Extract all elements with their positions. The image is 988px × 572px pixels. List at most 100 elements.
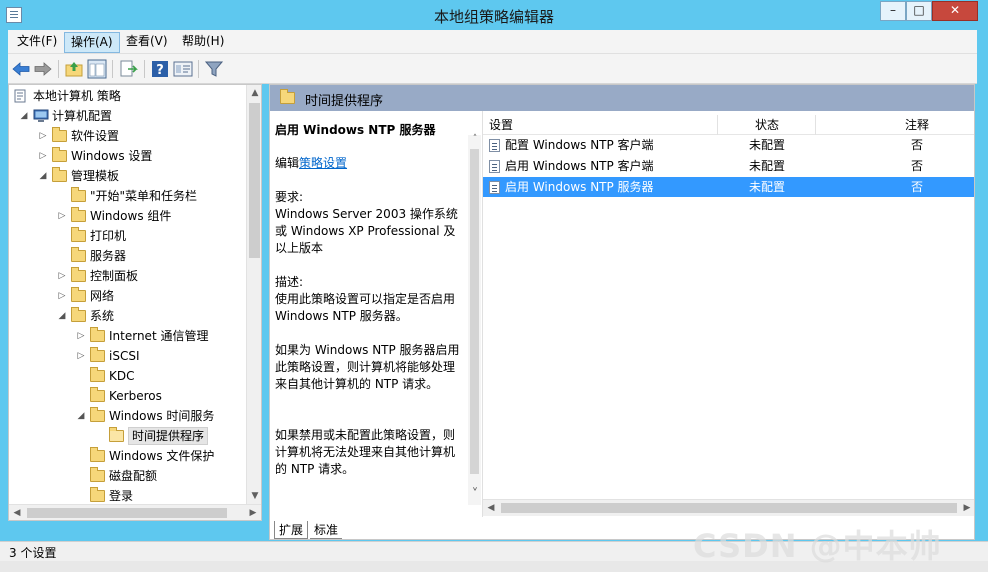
export-list-icon[interactable]	[118, 59, 138, 79]
tree-item-label: 计算机配置	[52, 109, 113, 123]
description-text: 或 Windows XP Professional 及	[275, 224, 456, 238]
tree-item-label: 登录	[109, 489, 134, 503]
setting-name: 启用 Windows NTP 服务器	[505, 180, 654, 194]
folder-icon	[71, 267, 86, 282]
folder-icon	[71, 247, 86, 262]
setting-row[interactable]: 启用 Windows NTP 服务器 未配置 否	[483, 177, 974, 197]
tree-horizontal-scrollbar[interactable]: ◀ ▶	[9, 504, 261, 520]
show-tree-icon[interactable]	[87, 59, 107, 79]
folder-icon	[52, 147, 67, 162]
column-state[interactable]: 状态	[755, 115, 779, 135]
collapse-arrow-icon[interactable]: ◢	[57, 307, 67, 325]
tree-item-label: Kerberos	[109, 389, 162, 403]
scroll-thumb[interactable]	[501, 503, 957, 513]
help-icon[interactable]: ?	[150, 59, 170, 79]
folder-icon	[90, 487, 105, 502]
tab-extended[interactable]: 扩展	[274, 521, 309, 539]
description-text: 来自其他计算机的 NTP 请求。	[275, 377, 439, 391]
scroll-thumb[interactable]	[27, 508, 227, 518]
policy-setting-icon	[489, 139, 500, 152]
setting-state: 未配置	[749, 159, 786, 173]
tree-item-label: iSCSI	[109, 349, 140, 363]
folder-icon	[71, 287, 86, 302]
tree-pane: 本地计算机 策略 ◢ 计算机配置 ▷ 软件设置 ▷ Windows 设置 ◢ 管理模板 "开始"…	[8, 84, 262, 521]
menu-view[interactable]: 查看(V)	[120, 32, 174, 53]
folder-icon	[90, 347, 105, 362]
description-text: Windows NTP 服务器。	[275, 309, 408, 323]
expand-arrow-icon[interactable]: ▷	[76, 327, 86, 345]
expand-arrow-icon[interactable]: ▷	[57, 267, 67, 285]
scroll-down-icon[interactable]: ˅	[467, 487, 483, 503]
scroll-right-icon[interactable]: ▶	[959, 500, 974, 516]
scroll-up-icon[interactable]: ▲	[247, 85, 261, 101]
expand-arrow-icon[interactable]: ▷	[38, 127, 48, 145]
filter-icon[interactable]	[204, 59, 224, 79]
tab-standard[interactable]: 标准	[310, 521, 343, 539]
tree-vertical-scrollbar[interactable]: ▲ ▼	[246, 85, 261, 504]
setting-state: 未配置	[749, 138, 786, 152]
setting-name: 配置 Windows NTP 客户端	[505, 138, 654, 152]
scroll-thumb[interactable]	[249, 103, 260, 258]
column-comment[interactable]: 注释	[905, 115, 929, 135]
close-button[interactable]: ✕	[932, 1, 978, 21]
policy-document-icon	[14, 89, 26, 103]
scroll-down-icon[interactable]: ▼	[247, 488, 261, 504]
tree-item-label: 软件设置	[71, 129, 120, 143]
tree-item-label: 磁盘配额	[109, 469, 158, 483]
menu-help[interactable]: 帮助(H)	[176, 32, 230, 53]
up-folder-icon[interactable]	[64, 59, 84, 79]
tree-item-label: 系统	[90, 309, 115, 323]
edit-policy-line: 编辑策略设置	[275, 156, 348, 170]
column-setting[interactable]: 设置	[489, 115, 513, 135]
description-text: 如果禁用或未配置此策略设置，则	[275, 428, 456, 442]
svg-text:?: ?	[156, 63, 164, 78]
details-header: 时间提供程序	[270, 85, 974, 111]
back-arrow-icon[interactable]	[11, 59, 31, 79]
properties-icon[interactable]	[173, 59, 193, 79]
description-text: 计算机将无法处理来自其他计算机	[275, 445, 456, 459]
setting-row[interactable]: 配置 Windows NTP 客户端 未配置 否	[483, 135, 974, 155]
list-horizontal-scrollbar[interactable]: ◀ ▶	[483, 499, 974, 516]
folder-icon	[71, 187, 86, 202]
title-bar: 本地组策略编辑器 – □ ✕	[0, 0, 988, 30]
collapse-arrow-icon[interactable]: ◢	[19, 107, 29, 125]
folder-open-icon	[109, 427, 124, 442]
expand-arrow-icon[interactable]: ▷	[76, 347, 86, 365]
details-pane: 时间提供程序 启用 Windows NTP 服务器 编辑策略设置 要求: Wind…	[269, 84, 975, 540]
edit-policy-link[interactable]: 策略设置	[299, 156, 347, 170]
collapse-arrow-icon[interactable]: ◢	[76, 407, 86, 425]
description-title: 启用 Windows NTP 服务器	[275, 123, 436, 137]
scroll-left-icon[interactable]: ◀	[9, 505, 25, 520]
toolbar: ?	[8, 54, 977, 84]
expand-arrow-icon[interactable]: ▷	[57, 207, 67, 225]
expand-arrow-icon[interactable]: ▷	[38, 147, 48, 165]
tree-item-label: KDC	[109, 369, 135, 383]
scroll-thumb[interactable]	[470, 149, 479, 474]
folder-icon	[52, 167, 67, 182]
scroll-left-icon[interactable]: ◀	[483, 500, 499, 516]
details-title: 时间提供程序	[305, 94, 384, 109]
description-text: 描述:	[275, 275, 304, 289]
scroll-right-icon[interactable]: ▶	[245, 505, 261, 520]
expand-arrow-icon[interactable]: ▷	[57, 287, 67, 305]
menu-action[interactable]: 操作(A)	[64, 32, 120, 53]
policy-setting-icon	[489, 181, 500, 194]
description-text: Windows Server 2003 操作系统	[275, 207, 458, 221]
description-scrollbar[interactable]: ˄ ˅	[467, 134, 483, 505]
menu-file[interactable]: 文件(F)	[11, 32, 63, 53]
maximize-button[interactable]: □	[906, 1, 932, 21]
collapse-arrow-icon[interactable]: ◢	[38, 167, 48, 185]
scroll-up-icon[interactable]: ˄	[467, 131, 483, 147]
status-text: 3 个设置	[9, 546, 57, 560]
minimize-button[interactable]: –	[880, 1, 906, 21]
setting-comment: 否	[911, 138, 924, 152]
setting-row[interactable]: 启用 Windows NTP 客户端 未配置 否	[483, 156, 974, 176]
forward-arrow-icon[interactable]	[33, 59, 53, 79]
description-text: 使用此策略设置可以指定是否启用	[275, 292, 456, 306]
folder-icon	[71, 307, 86, 322]
folder-icon	[280, 89, 295, 104]
